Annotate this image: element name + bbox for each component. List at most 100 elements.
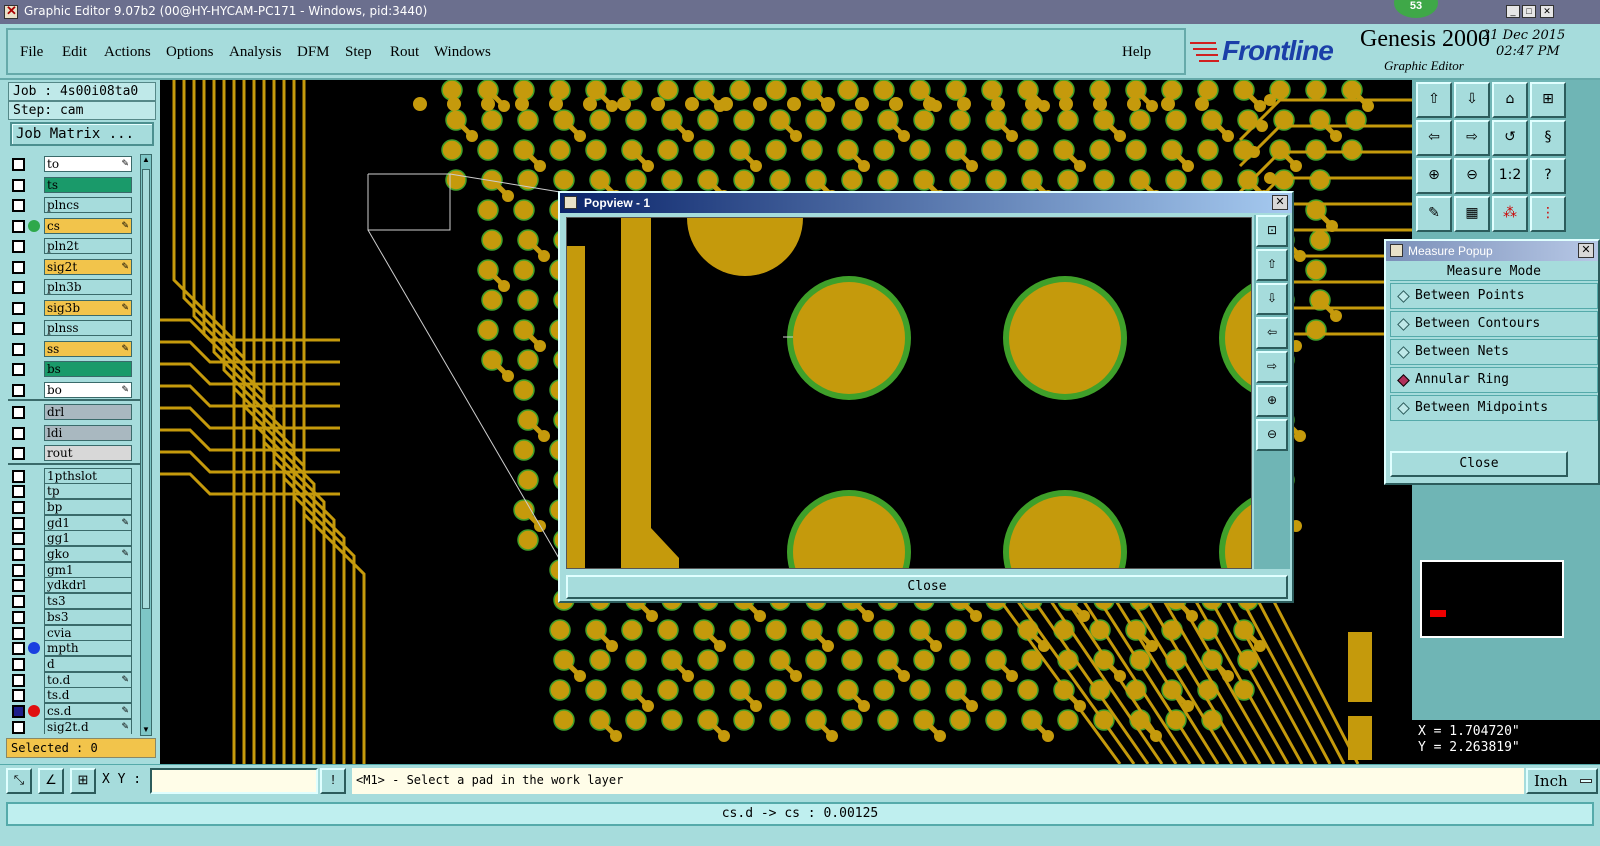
layer-name[interactable]: bs3 xyxy=(44,608,132,625)
layer-checkbox[interactable] xyxy=(12,260,25,274)
layer-name[interactable]: ts.d xyxy=(44,687,132,704)
layer-affected-dot-icon[interactable] xyxy=(28,642,40,655)
layer-row[interactable]: pln2t xyxy=(8,238,140,254)
layer-name[interactable]: ss ✎ xyxy=(44,340,132,357)
measure-tool-icon[interactable]: ⤡ xyxy=(6,768,32,794)
grid-snap-icon[interactable]: ⊞ xyxy=(70,768,96,794)
layer-row[interactable]: to.d ✎ xyxy=(8,671,140,688)
layer-name[interactable]: cvia xyxy=(44,624,132,641)
layer-name[interactable]: pln3b xyxy=(44,279,132,295)
popview-title-bar[interactable]: Popview - 1 ✕ xyxy=(560,193,1292,213)
layer-name[interactable]: cs ✎ xyxy=(44,217,132,234)
layer-row[interactable]: bs3 xyxy=(8,608,140,625)
layer-name[interactable]: d xyxy=(44,655,132,672)
layer-checkbox[interactable] xyxy=(12,158,25,171)
layer-row[interactable]: rout xyxy=(8,445,140,461)
redraw-icon[interactable]: ↺ xyxy=(1492,120,1528,156)
layer-name[interactable]: cs.d ✎ xyxy=(44,703,132,719)
layer-row[interactable]: ydkdrl xyxy=(8,577,140,594)
layer-checkbox[interactable] xyxy=(12,500,25,514)
layer-row[interactable]: cs ✎ xyxy=(8,217,140,234)
layer-name[interactable]: plnss xyxy=(44,320,132,336)
layer-checkbox[interactable] xyxy=(12,301,25,315)
warning-button[interactable]: ! xyxy=(320,768,346,794)
layer-checkbox[interactable] xyxy=(12,595,25,609)
layer-row[interactable]: cs.d ✎ xyxy=(8,703,140,719)
layer-name[interactable]: bs xyxy=(44,361,132,377)
xy-input[interactable] xyxy=(150,768,318,794)
scale-1-2-button[interactable]: 1:2 xyxy=(1492,158,1528,194)
layer-name[interactable]: gko ✎ xyxy=(44,546,132,562)
layer-name[interactable]: ldi xyxy=(44,424,132,441)
layer-name[interactable]: mpth xyxy=(44,640,132,657)
pan-right-icon[interactable]: ⇨ xyxy=(1454,120,1490,156)
option-between-midpoints[interactable]: Between Midpoints xyxy=(1390,395,1598,421)
layer-row[interactable]: gd1 ✎ xyxy=(8,514,140,531)
layer-checkbox[interactable] xyxy=(12,689,25,703)
pan-down-icon[interactable]: ⇩ xyxy=(1256,283,1288,315)
pan-left-icon[interactable]: ⇦ xyxy=(1416,120,1452,156)
layer-row[interactable]: bp xyxy=(8,498,140,515)
layer-row[interactable]: ts.d xyxy=(8,687,140,704)
help-icon[interactable]: ? xyxy=(1530,158,1566,194)
layer-name[interactable]: drl xyxy=(44,404,132,420)
layer-name[interactable]: gm1 xyxy=(44,561,132,578)
layer-row[interactable]: mpth xyxy=(8,640,140,657)
net-highlight-icon[interactable]: ⁂ xyxy=(1492,196,1528,232)
layer-row[interactable]: bo ✎ xyxy=(8,381,140,398)
layer-name[interactable]: to ✎ xyxy=(44,156,132,172)
menu-file[interactable]: File xyxy=(20,44,43,61)
popview-zoom-view[interactable] xyxy=(566,217,1252,569)
option-annular-ring[interactable]: Annular Ring xyxy=(1390,367,1598,393)
option-between-nets[interactable]: Between Nets xyxy=(1390,339,1598,365)
layer-name[interactable]: pln2t xyxy=(44,238,132,254)
layer-checkbox[interactable] xyxy=(12,579,25,593)
popview-close-button[interactable]: Close xyxy=(566,575,1288,599)
layer-row[interactable]: plncs xyxy=(8,197,140,213)
layer-row[interactable]: bs xyxy=(8,361,140,377)
option-between-contours[interactable]: Between Contours xyxy=(1390,311,1598,337)
menu-dfm[interactable]: DFM xyxy=(297,44,330,61)
layer-list-scrollbar[interactable]: ▲ ▼ xyxy=(140,154,152,736)
layer-checkbox[interactable] xyxy=(12,532,25,546)
zoom-in-icon[interactable]: ⊕ xyxy=(1256,385,1288,417)
option-between-points[interactable]: Between Points xyxy=(1390,283,1598,309)
layer-name[interactable]: tp xyxy=(44,483,132,500)
zoom-fit-icon[interactable]: ⊡ xyxy=(1256,215,1288,247)
layer-name[interactable]: ts xyxy=(44,176,132,193)
layer-name[interactable]: ts3 xyxy=(44,593,132,610)
scroll-down-icon[interactable]: ▼ xyxy=(141,725,151,735)
layer-checkbox[interactable] xyxy=(12,657,25,671)
pan-down-icon[interactable]: ⇩ xyxy=(1454,82,1490,118)
layer-row[interactable]: gg1 xyxy=(8,530,140,547)
layer-row[interactable]: sig2t.d ✎ xyxy=(8,718,140,734)
layer-row[interactable]: tp xyxy=(8,483,140,500)
layer-name[interactable]: gg1 xyxy=(44,530,132,547)
pan-up-icon[interactable]: ⇧ xyxy=(1256,249,1288,281)
layer-checkbox[interactable] xyxy=(12,642,25,656)
layer-name[interactable]: 1pthslot xyxy=(44,467,132,484)
layer-name[interactable]: bp xyxy=(44,498,132,515)
layer-checkbox[interactable] xyxy=(12,610,25,624)
layer-row[interactable]: sig2t ✎ xyxy=(8,258,140,275)
layer-checkbox[interactable] xyxy=(12,281,25,294)
menu-actions[interactable]: Actions xyxy=(104,44,151,61)
palette-icon[interactable]: ✎ xyxy=(1416,196,1452,232)
layer-name[interactable]: gd1 ✎ xyxy=(44,514,132,531)
measure-title-bar[interactable]: Measure Popup ✕ xyxy=(1386,241,1598,261)
menu-edit[interactable]: Edit xyxy=(62,44,87,61)
layer-checkbox[interactable] xyxy=(12,563,25,577)
layer-row[interactable]: ts3 xyxy=(8,593,140,610)
layer-checkbox[interactable] xyxy=(12,219,25,233)
layer-row[interactable]: 1pthslot xyxy=(8,467,140,484)
layer-name[interactable]: sig3b ✎ xyxy=(44,299,132,316)
layer-checkbox[interactable] xyxy=(12,447,25,460)
layer-checkbox[interactable] xyxy=(12,673,25,687)
layer-checkbox[interactable] xyxy=(12,705,25,718)
pan-up-icon[interactable]: ⇧ xyxy=(1416,82,1452,118)
home-icon[interactable]: ⌂ xyxy=(1492,82,1528,118)
scroll-thumb[interactable] xyxy=(142,169,150,609)
layer-checkbox[interactable] xyxy=(12,720,25,734)
menu-help[interactable]: Help xyxy=(1122,44,1151,61)
layer-checkbox[interactable] xyxy=(12,426,25,440)
